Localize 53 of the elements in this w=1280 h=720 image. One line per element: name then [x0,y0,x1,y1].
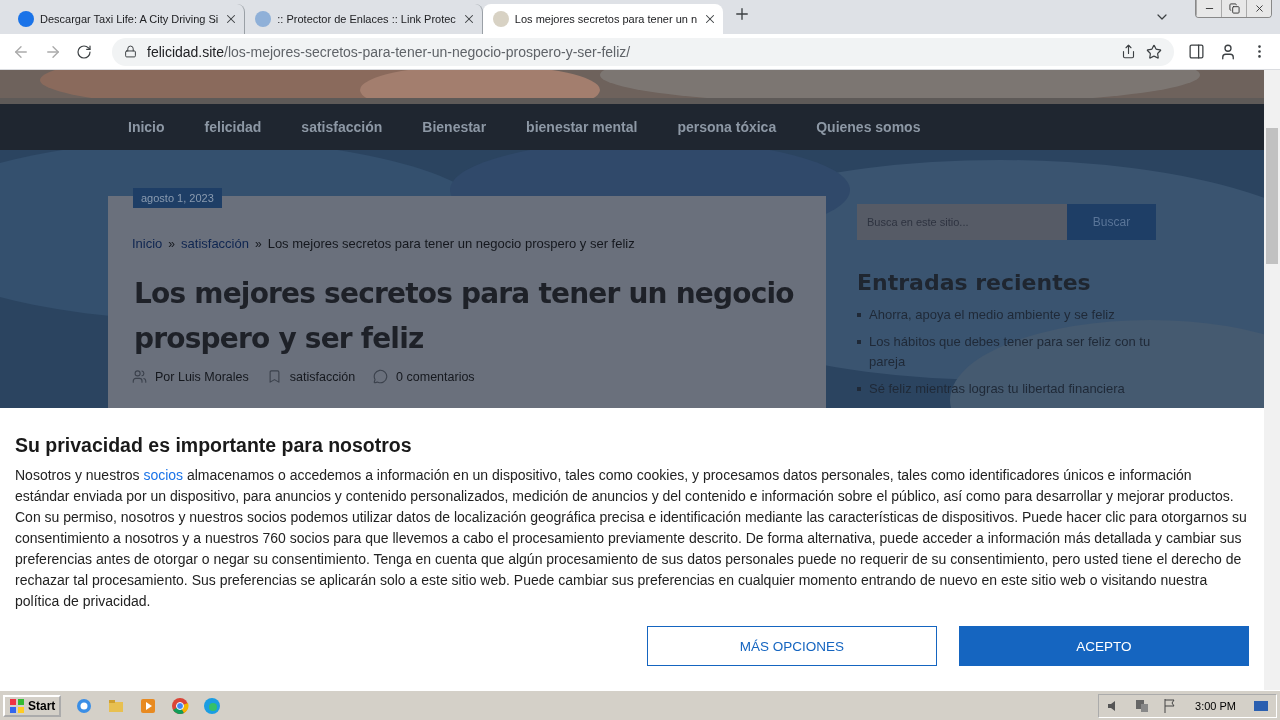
bullet-icon [857,340,861,344]
partners-link[interactable]: socios [143,467,184,483]
nav-link[interactable]: Bienestar [422,119,487,135]
clock-text: 3:00 PM [1195,699,1236,712]
browser-tab[interactable]: Los mejores secretos para tener un n [482,4,724,34]
consent-title: Su privacidad es importante para nosotros [15,434,413,457]
users-icon [132,369,147,384]
profile-icon[interactable] [1219,42,1237,61]
favicon-icon [492,11,509,27]
favicon-icon [18,11,34,27]
breadcrumb-link[interactable]: Inicio [132,236,163,251]
address-bar[interactable]: felicidad.site/los-mejores-secretos-para-tener-un-negocio-prospero-y-ser-feliz/ [112,37,1174,66]
bookmark-icon [266,369,282,384]
comments-link[interactable]: 0 comentarios [396,369,475,384]
browser-icon[interactable] [75,696,94,715]
author-text: Por Luis Morales [155,369,249,384]
nav-link[interactable]: persona tóxica [677,119,777,135]
consent-text: Nosotros y nuestros socios almacenamos o accedemos a información en un dispositivo, tales como cookies, y procesamos datos personales, tales como identificadores únicos e información estándar enviada por un dispositivo, para anuncios y contenido personalizados, medición de anuncios y del contenido e información sobre el público, así como para desarrollar y mejorar productos. Con su permiso, nosotros y nuestros socios podemos utilizar datos de localización geográfica precisa e identificación mediante las características de dispositivos. Puede hacer clic para otorgarnos su consentimiento a nosotros y a nuestros 760 socios para que llevemos a cabo el procesamiento previamente descrito. De forma alternativa, puede acceder a información más detallada y cambiar sus preferencias antes de otorgar o negar su consentimiento. Tenga en cuenta que algún procesamiento de sus datos personales puede no requerir de su consentimiento, pero usted tiene el derecho de rechazar tal procesamiento. Sus preferencias se aplicarán solo a este sitio web. Puede cambiar sus preferencias en cualquier momento entrando de nuevo en este sitio web o visitando nuestra política de privacidad. [15,466,1248,611]
scrollbar[interactable] [1264,70,1280,690]
nav-link[interactable]: Quienes somos [816,119,921,135]
close-icon [1253,3,1265,14]
browser-tab[interactable]: Descargar Taxi Life: A City Driving Si [8,4,246,34]
browser-tab[interactable]: :: Protector de Enlaces :: Link Protec [245,4,483,34]
category-link[interactable]: satisfacción [289,369,356,384]
separator-icon: » [254,236,262,251]
nav-link[interactable]: Inicio [128,119,165,135]
post-title: Los mejores secretos para tener un negocio prospero y ser feliz [134,276,795,357]
separator-icon: » [168,236,176,251]
comment-icon [373,369,389,384]
lock-icon [124,45,137,58]
star-icon[interactable] [1146,43,1162,60]
windows-logo-icon [9,697,25,714]
restore-button[interactable] [1221,0,1246,17]
start-button[interactable]: Start [3,694,62,717]
nav-link[interactable]: felicidad [204,119,262,135]
bullet-icon [857,313,861,317]
chrome-icon[interactable] [171,696,190,715]
section-heading: Entradas recientes [857,270,1092,295]
accept-button[interactable]: ACEPTO [959,626,1249,666]
date-tag: agosto 1, 2023 [133,188,222,208]
favicon-icon [255,11,272,27]
restore-icon [1228,3,1240,14]
current-page-text: Los mejores secretos para tener un negocio prospero y ser feliz [267,236,635,251]
nav-link[interactable]: satisfacción [301,119,383,135]
bullet-icon [857,387,861,391]
breadcrumb-link[interactable]: satisfacción [181,236,249,251]
options-button[interactable]: MÁS OPCIONES [647,626,937,666]
close-button[interactable] [1246,0,1271,17]
share-icon[interactable] [1121,44,1136,59]
media-player-icon[interactable] [139,696,158,715]
nav-link[interactable]: bienestar mental [526,119,638,135]
side-panel-icon[interactable] [1188,43,1205,60]
reload-icon[interactable] [76,43,92,60]
